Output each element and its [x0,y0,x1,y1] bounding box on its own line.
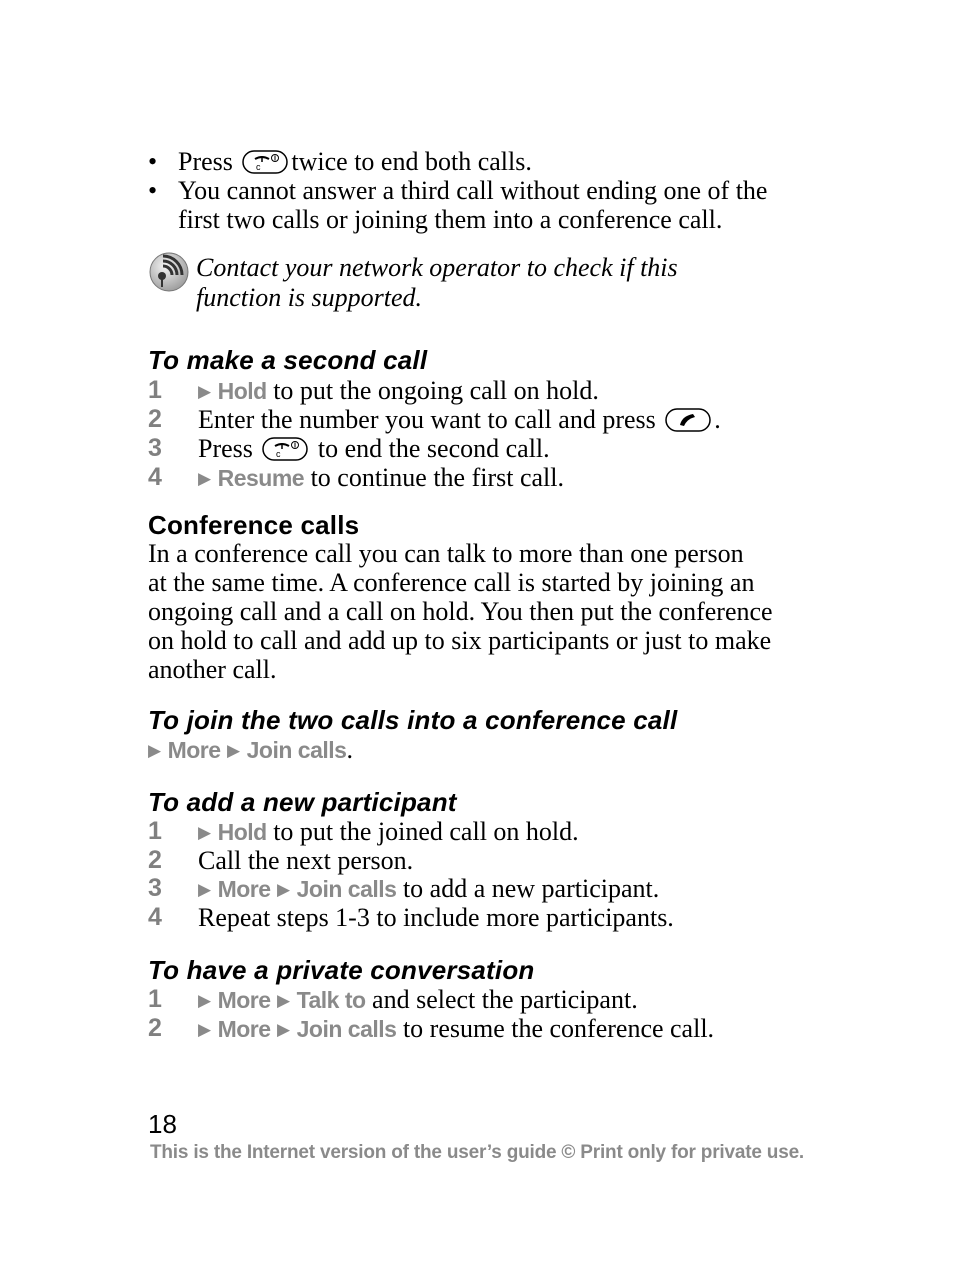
menu-item-more[interactable]: More [168,737,221,763]
bullet-third-call: • You cannot answer a third call without … [148,176,767,205]
heading-private-conversation: To have a private conversation [148,955,535,985]
paragraph-line: on hold to call and add up to six partic… [148,626,772,655]
bullet-third-call-cont: first two calls or joining them into a c… [178,205,722,234]
svg-text:c: c [256,162,261,172]
manual-page: • Press c twice to end both calls. • You c… [0,0,954,1269]
step-number: 4 [148,463,162,491]
step-text: Call the next person. [198,846,414,875]
step-number: 1 [148,817,162,845]
bullet-text: You cannot answer a third call without e… [178,176,768,205]
step-text: Press [198,434,253,463]
step-number: 2 [148,846,162,874]
network-operator-icon [149,252,189,298]
step-number: 1 [148,985,162,1013]
step-text: to continue the first call. [310,463,564,492]
arrow-icon: ▶ [148,741,162,760]
step-number: 2 [148,1014,162,1042]
arrow-icon: ▶ [227,741,241,760]
step-number: 1 [148,376,162,404]
bullet-dot: • [148,176,158,205]
step-text: to resume the conference call. [402,1014,715,1043]
join-instruction: ▶ More ▶ Join calls. [148,735,353,765]
step-text: Repeat steps 1-3 to include more partici… [198,903,674,932]
punctuation: . [346,735,353,764]
menu-item-hold[interactable]: Hold [218,378,268,404]
footer-notice: This is the Internet version of the user… [149,1142,805,1163]
step-number: 3 [148,874,162,902]
menu-item-hold[interactable]: Hold [218,819,268,845]
note-line-2: function is supported. [196,283,423,312]
step-text: and select the participant. [372,985,638,1014]
heading-conference-calls: Conference calls [148,510,360,540]
menu-item-more[interactable]: More [218,1016,271,1042]
arrow-icon: ▶ [277,991,291,1010]
menu-item-join-calls[interactable]: Join calls [297,876,397,902]
svg-text:c: c [276,449,281,459]
punctuation: . [714,405,721,434]
menu-item-join-calls[interactable]: Join calls [247,737,347,763]
arrow-icon: ▶ [198,1020,212,1039]
paragraph-line: In a conference call you can talk to mor… [148,539,744,568]
menu-item-more[interactable]: More [218,876,271,902]
conference-paragraph: In a conference call you can talk to mor… [148,539,828,684]
step-text: to put the joined call on hold. [273,817,579,846]
step-text: to put the ongoing call on hold. [273,376,599,405]
arrow-icon: ▶ [198,823,212,842]
arrow-icon: ▶ [198,991,212,1010]
bullet-text: twice to end both calls. [291,147,532,176]
bullet-text: Press [178,147,233,176]
menu-item-more[interactable]: More [218,987,271,1013]
paragraph-line: at the same time. A conference call is s… [148,568,755,597]
menu-item-join-calls[interactable]: Join calls [297,1016,397,1042]
menu-item-talk-to[interactable]: Talk to [297,987,366,1013]
paragraph-line: another call. [148,655,277,684]
paragraph-line: ongoing call and a call on hold. You the… [148,597,773,626]
step-text: Enter the number you want to call and pr… [198,405,656,434]
menu-item-resume[interactable]: Resume [218,465,305,491]
bullet-text: first two calls or joining them into a c… [178,205,723,234]
page-number: 18 [148,1109,177,1139]
step-number: 4 [148,903,162,931]
heading-add-participant: To add a new participant [148,787,457,817]
arrow-icon: ▶ [277,1020,291,1039]
arrow-icon: ▶ [198,469,212,488]
bullet-dot: • [148,147,158,176]
note-line-1: Contact your network operator to check i… [196,253,678,282]
heading-join-calls: To join the two calls into a conference … [148,705,678,735]
step-text: to add a new participant. [402,874,660,903]
step-text: to end the second call. [317,434,550,463]
step-number: 3 [148,434,162,462]
call-key-icon [665,408,712,438]
heading-second-call: To make a second call [148,345,428,375]
step-number: 2 [148,405,162,433]
arrow-icon: ▶ [198,880,212,899]
arrow-icon: ▶ [198,382,212,401]
arrow-icon: ▶ [277,880,291,899]
